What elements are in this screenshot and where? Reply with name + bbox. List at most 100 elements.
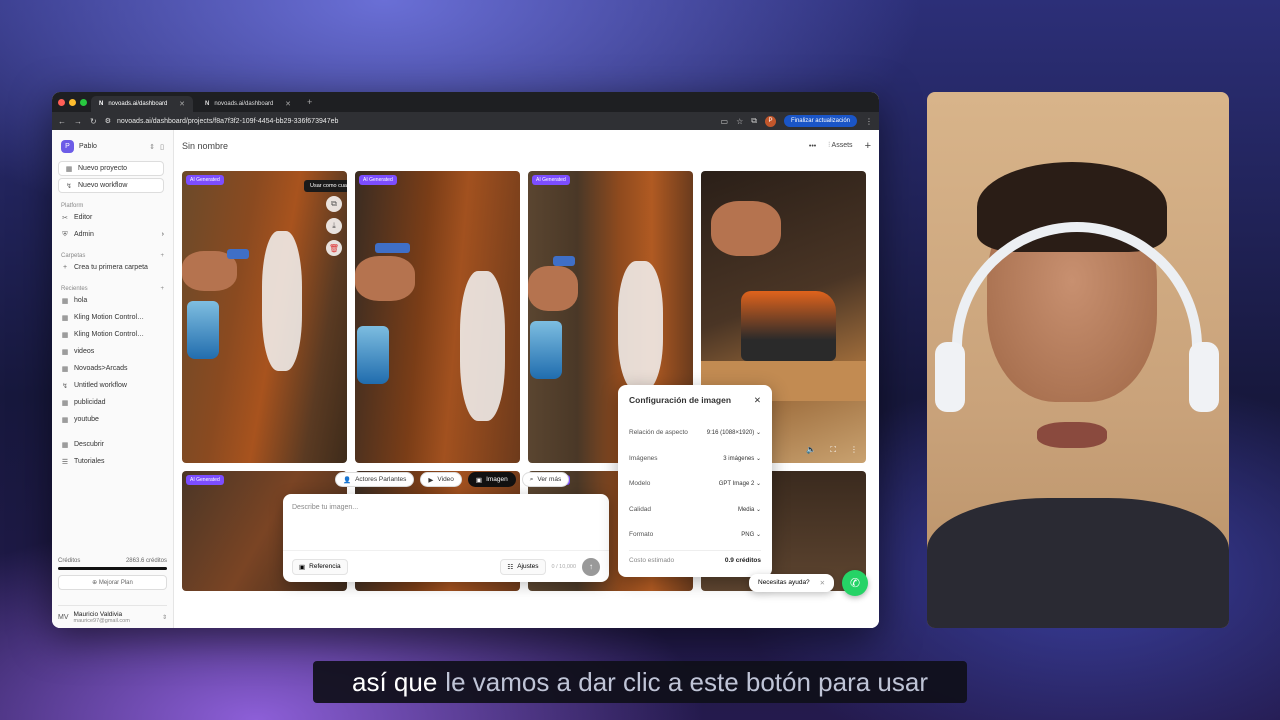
recent-label: Recientes bbox=[61, 286, 88, 292]
presenter-mouth bbox=[1037, 422, 1107, 448]
bookmark-star-icon[interactable]: ☆ bbox=[736, 117, 743, 126]
volume-icon[interactable]: 🔈 bbox=[806, 445, 816, 455]
sidebar-item-label: Admin bbox=[74, 231, 94, 238]
chevron-updown-icon: ⇕ bbox=[161, 615, 167, 621]
subtitle-highlight: así que bbox=[352, 666, 438, 697]
list-item[interactable]: ▦ hola bbox=[58, 292, 167, 309]
list-item[interactable]: ▦ youtube bbox=[58, 411, 167, 428]
pill-label: Ver más bbox=[537, 476, 562, 483]
list-item[interactable]: ▦ publicidad bbox=[58, 394, 167, 411]
more-options-icon[interactable]: ••• bbox=[809, 143, 816, 150]
list-item[interactable]: ▦ Novoads>Arcads bbox=[58, 360, 167, 377]
credits-value: 2863.6 créditos bbox=[125, 558, 167, 564]
add-folder-icon[interactable]: + bbox=[160, 253, 164, 259]
generated-image-card[interactable]: AI Generated Usar como cuadro inicial ⧉ … bbox=[182, 171, 347, 463]
sidebar-item-editor[interactable]: ✂ Editor bbox=[58, 209, 167, 226]
mode-image[interactable]: ▣ Imagen bbox=[467, 472, 516, 487]
generated-image-card[interactable]: AI Generated bbox=[355, 171, 520, 463]
sidebar: P Pablo ⇕ ▯ ▦ Nuevo proyecto ↯ Nuevo wor… bbox=[52, 130, 174, 628]
cast-icon[interactable]: ▭ bbox=[721, 117, 729, 126]
close-tab-icon[interactable]: ✕ bbox=[285, 100, 291, 108]
add-icon[interactable]: + bbox=[865, 140, 871, 152]
more-menu-icon[interactable]: ⋮ bbox=[865, 117, 873, 126]
assets-button[interactable]: ⫶ Assets bbox=[828, 142, 852, 150]
recent-item-label: Kling Motion Control… bbox=[74, 331, 145, 338]
new-workflow-button[interactable]: ↯ Nuevo workflow bbox=[58, 178, 164, 193]
user-menu[interactable]: MV Mauricio Valdivia maurice97@gmail.com… bbox=[58, 605, 167, 624]
list-item[interactable]: ▦ Kling Motion Control… bbox=[58, 326, 167, 343]
ai-generated-badge: AI Generated bbox=[186, 475, 224, 485]
sidebar-item-label: Editor bbox=[74, 214, 93, 221]
image-count-select[interactable]: Imágenes 3 imágenes ⌄ bbox=[629, 446, 761, 472]
page-title[interactable]: Sin nombre bbox=[182, 141, 228, 151]
model-select[interactable]: Modelo GPT Image 2 ⌄ bbox=[629, 471, 761, 497]
upgrade-label: Mejorar Plan bbox=[98, 580, 133, 586]
grid-icon: ▦ bbox=[61, 348, 69, 356]
upgrade-plan-button[interactable]: ⊕ Mejorar Plan bbox=[58, 575, 167, 590]
collapse-sidebar-icon[interactable]: ▯ bbox=[160, 143, 164, 151]
create-folder-link[interactable]: + Crea tu primera carpeta bbox=[58, 259, 167, 276]
maximize-window-icon[interactable] bbox=[80, 98, 87, 106]
list-item[interactable]: ▦ Kling Motion Control… bbox=[58, 309, 167, 326]
profile-avatar[interactable]: P bbox=[764, 115, 776, 127]
new-project-label: Nuevo proyecto bbox=[78, 165, 128, 172]
mode-video[interactable]: ▶ Video bbox=[420, 472, 462, 487]
list-item[interactable]: ↯ Untitled workflow bbox=[58, 377, 167, 394]
prompt-box: Describe tu imagen... ▣ Referencia ☷ Ajust… bbox=[283, 494, 609, 582]
close-icon[interactable]: ✕ bbox=[820, 579, 825, 587]
help-bubble[interactable]: Necesitas ayuda? ✕ bbox=[749, 574, 835, 592]
close-tab-icon[interactable]: ✕ bbox=[179, 100, 185, 108]
update-button[interactable]: Finalizar actualización bbox=[783, 115, 857, 127]
new-project-button[interactable]: ▦ Nuevo proyecto bbox=[58, 161, 164, 176]
webcam-feed bbox=[927, 92, 1229, 628]
sidebar-item-discover[interactable]: ▦ Descubrir bbox=[58, 436, 167, 453]
credits-panel: Créditos 2863.6 créditos ⊕ Mejorar Plan bbox=[58, 558, 167, 590]
list-item[interactable]: ▦ videos bbox=[58, 343, 167, 360]
pill-label: Actores Parlantes bbox=[355, 476, 407, 483]
new-tab-icon[interactable]: + bbox=[307, 97, 312, 107]
delete-icon[interactable]: 🗑 bbox=[326, 240, 342, 256]
more-options-icon[interactable]: ⋮ bbox=[850, 445, 858, 455]
site-info-icon[interactable]: ⚙ bbox=[105, 117, 111, 125]
sidebar-item-admin[interactable]: ⛨ Admin › bbox=[58, 226, 167, 243]
setting-value: PNG bbox=[741, 532, 755, 539]
url-field[interactable]: ⚙ novoads.ai/dashboard/projects/f8a7f3f2… bbox=[105, 117, 713, 126]
reload-icon[interactable]: ↻ bbox=[90, 117, 97, 126]
grid-icon: ▦ bbox=[61, 297, 69, 305]
browser-tab-1[interactable]: N novoads.ai/dashboard ✕ bbox=[91, 96, 193, 112]
setting-value: GPT Image 2 bbox=[718, 481, 755, 488]
sidebar-item-tutorials[interactable]: ☰ Tutoriales bbox=[58, 453, 167, 470]
add-recent-icon[interactable]: + bbox=[160, 286, 164, 292]
settings-button[interactable]: ☷ Ajustes bbox=[500, 558, 546, 575]
reference-label: Referencia bbox=[309, 563, 341, 570]
send-button[interactable]: ↑ bbox=[582, 557, 600, 576]
use-as-start-frame-icon[interactable]: ⧉ bbox=[326, 196, 342, 212]
prompt-input[interactable]: Describe tu imagen... bbox=[283, 494, 609, 521]
tooltip: Usar como cuadro inicial bbox=[304, 180, 347, 192]
download-icon[interactable]: ⤓ bbox=[326, 218, 342, 234]
grid-icon: ▦ bbox=[61, 314, 69, 322]
settings-label: Ajustes bbox=[517, 563, 539, 570]
mode-more[interactable]: ⌕ Ver más bbox=[521, 472, 570, 487]
forward-icon[interactable]: → bbox=[74, 117, 82, 126]
mode-talking-actors[interactable]: 👤 Actores Parlantes bbox=[335, 472, 415, 487]
chevron-down-icon: ⌄ bbox=[755, 455, 761, 462]
aspect-ratio-select[interactable]: Relación de aspecto 9:16 (1088×1920) ⌄ bbox=[629, 420, 761, 446]
close-window-icon[interactable] bbox=[58, 98, 65, 106]
extensions-icon[interactable]: ⧉ bbox=[751, 116, 757, 126]
quality-select[interactable]: Calidad Media ⌄ bbox=[629, 497, 761, 523]
cost-label: Costo estimado bbox=[629, 556, 675, 564]
chevron-down-icon: ⌄ bbox=[755, 430, 761, 437]
minimize-window-icon[interactable] bbox=[69, 98, 76, 106]
setting-label: Relación de aspecto bbox=[629, 429, 688, 437]
fullscreen-icon[interactable]: ⛶ bbox=[830, 445, 836, 455]
format-select[interactable]: Formato PNG ⌄ bbox=[629, 522, 761, 548]
reference-button[interactable]: ▣ Referencia bbox=[292, 558, 348, 575]
video-icon: ▶ bbox=[428, 476, 434, 484]
whatsapp-icon[interactable]: ✆ bbox=[842, 570, 868, 596]
back-icon[interactable]: ← bbox=[58, 117, 66, 126]
grid-icon: ▦ bbox=[61, 441, 69, 449]
browser-tab-2[interactable]: N novoads.ai/dashboard ✕ bbox=[197, 96, 299, 112]
workspace-switcher[interactable]: P Pablo ⇕ ▯ bbox=[58, 138, 167, 155]
close-icon[interactable]: ✕ bbox=[754, 395, 761, 406]
